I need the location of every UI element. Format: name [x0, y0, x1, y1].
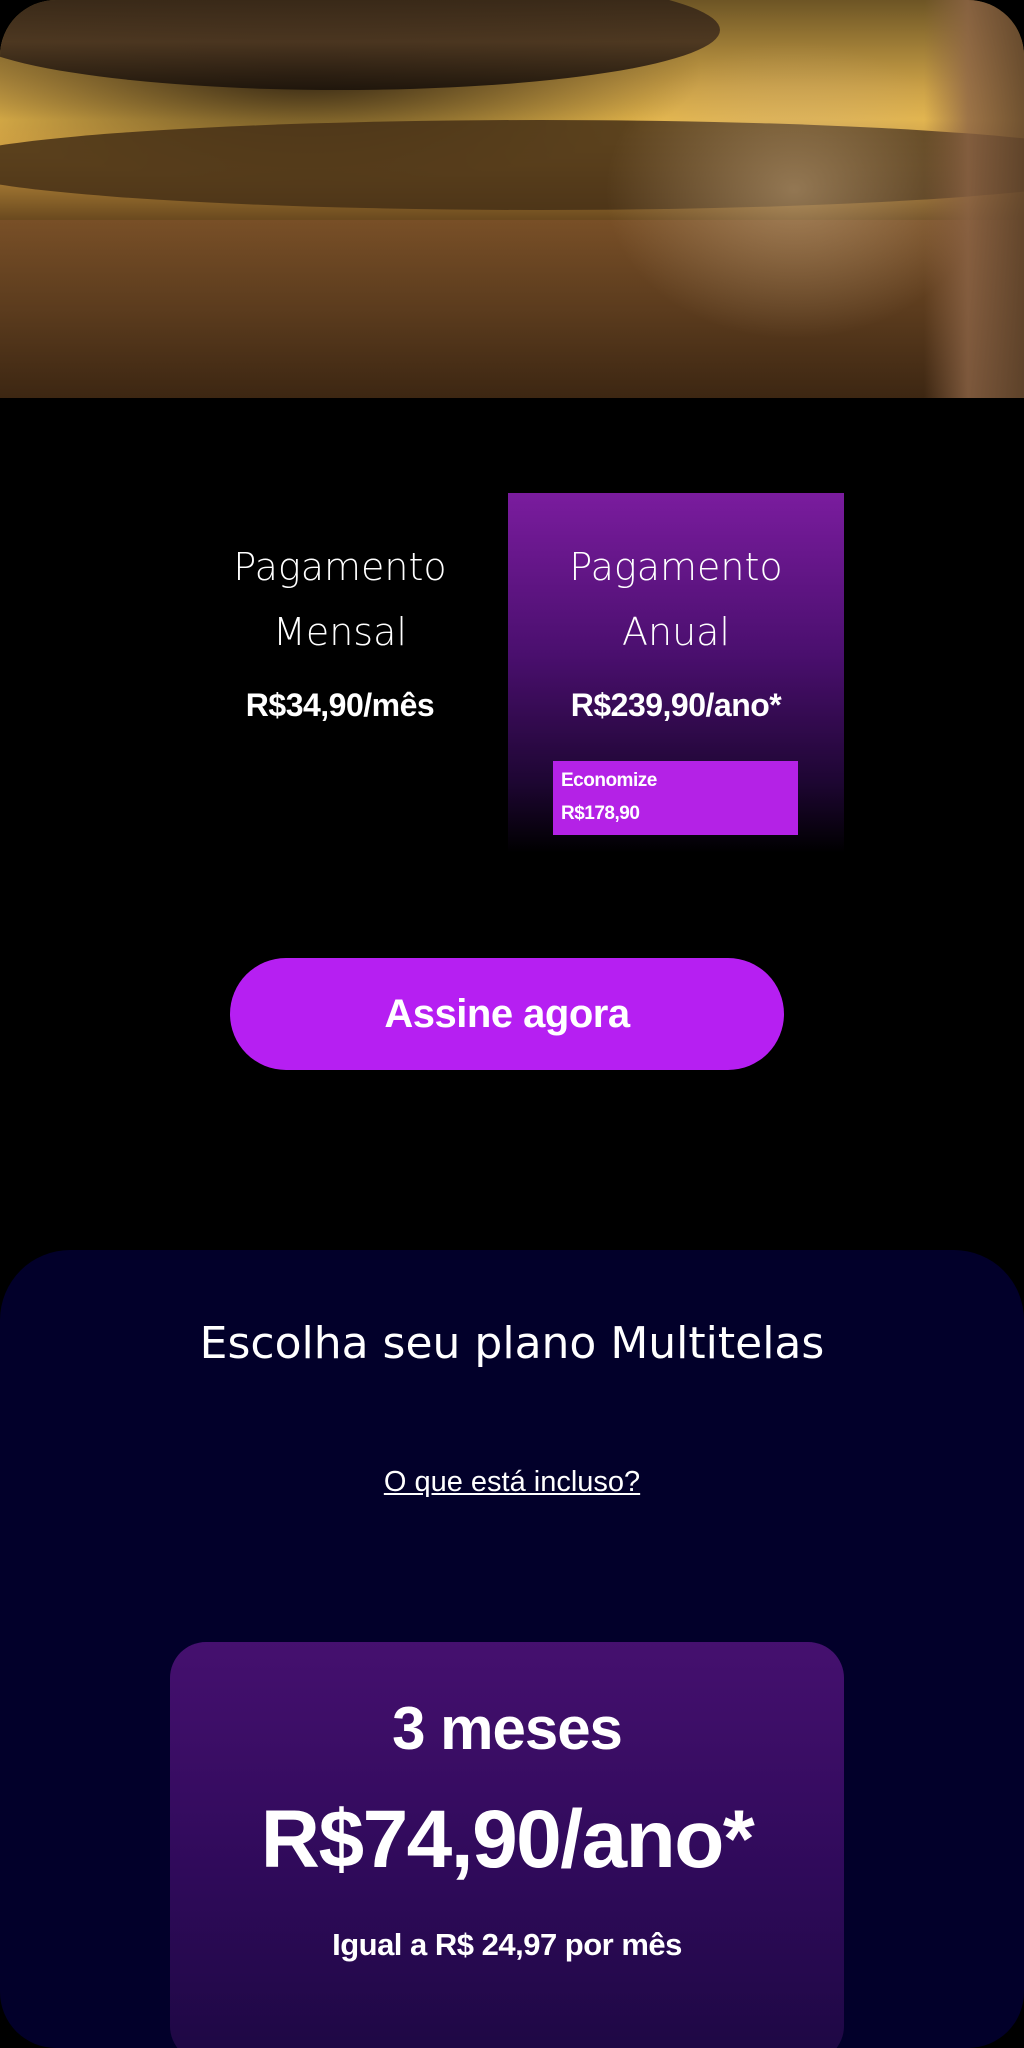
multitelas-section: Escolha seu plano Multitelas O que está …: [0, 1250, 1024, 2048]
hero-aircraft-shape: [0, 0, 720, 90]
subscribe-now-button[interactable]: Assine agora: [230, 958, 784, 1070]
plan-card-3-months[interactable]: 3 meses R$74,90/ano* Igual a R$ 24,97 po…: [170, 1642, 844, 2048]
plan-title-line2: Mensal: [273, 610, 407, 654]
plan-price: R$34,90/mês: [245, 687, 435, 723]
savings-badge-label: Economize: [561, 770, 657, 791]
plan-title-line1: Pagamento: [569, 545, 783, 589]
plan-price: R$239,90/ano*: [570, 687, 782, 723]
card-monthly-equivalent: Igual a R$ 24,97 por mês: [332, 1927, 682, 1962]
whats-included-link[interactable]: O que está incluso?: [384, 1466, 640, 1498]
card-period: 3 meses: [392, 1695, 623, 1762]
savings-badge-amount: R$178,90: [561, 803, 640, 824]
card-price: R$74,90/ano*: [260, 1794, 755, 1885]
plan-title: Pagamento Mensal: [172, 535, 508, 665]
plan-option-annual[interactable]: Pagamento Anual R$239,90/ano* Economize …: [508, 493, 844, 853]
plan-title-line2: Anual: [621, 610, 730, 654]
plan-title: Pagamento Anual: [508, 535, 844, 665]
hero-image: [0, 0, 1024, 398]
hero-figure-shape: [924, 0, 1024, 398]
whats-included-container: O que está incluso?: [0, 1466, 1024, 1499]
phone-screen: Pagamento Mensal R$34,90/mês Pagamento A…: [0, 0, 1024, 2048]
payment-plans-section: Pagamento Mensal R$34,90/mês Pagamento A…: [0, 398, 1024, 1250]
plan-option-monthly[interactable]: Pagamento Mensal R$34,90/mês: [172, 493, 508, 853]
plan-title-line1: Pagamento: [233, 545, 447, 589]
section-title: Escolha seu plano Multitelas: [199, 1318, 825, 1369]
savings-badge: Economize R$178,90: [553, 761, 798, 835]
